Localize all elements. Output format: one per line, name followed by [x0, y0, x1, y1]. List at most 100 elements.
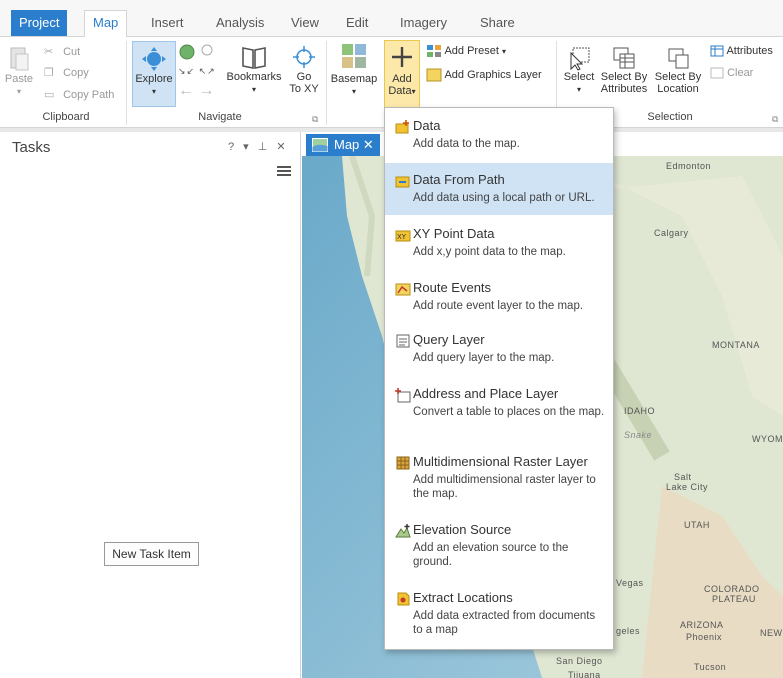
- bookmarks-button[interactable]: Bookmarks ▾: [224, 43, 284, 96]
- navigate-dialog-launcher[interactable]: ⧉: [312, 113, 318, 125]
- menu-item-description: Add data extracted from documents to a m…: [413, 610, 596, 636]
- go-to-xy-icon: [293, 46, 315, 68]
- previous-next-extent-button[interactable]: ← →: [178, 82, 215, 99]
- menu-item-elevation-source[interactable]: Elevation Source Add an elevation source…: [385, 522, 613, 578]
- map-label: Vegas: [616, 578, 644, 588]
- menu-item-data-from-path[interactable]: Data From Path Add data using a local pa…: [385, 163, 613, 215]
- menu-item-multidimensional-raster-layer[interactable]: Multidimensional Raster Layer Add multid…: [385, 454, 613, 510]
- tab-map[interactable]: Map: [84, 10, 128, 37]
- select-by-location-label-1: Select By: [654, 71, 702, 83]
- map-label: Edmonton: [666, 161, 712, 171]
- map-label: ARIZONA: [680, 620, 724, 630]
- tab-analysis[interactable]: Analysis: [208, 12, 272, 36]
- map-label: Snake: [624, 430, 653, 440]
- full-extent-button[interactable]: [178, 43, 196, 64]
- add-preset-button[interactable]: Add Preset ▾: [426, 44, 506, 58]
- new-task-item-button[interactable]: New Task Item: [104, 542, 199, 566]
- arrow-left-right-icon: ← →: [178, 82, 215, 99]
- add-data-dropdown-menu: Data Add data to the map. Data From Path…: [384, 107, 614, 650]
- attributes-button[interactable]: Attributes: [710, 45, 773, 57]
- copy-label: Copy: [63, 67, 89, 79]
- map-label: Calgary: [654, 228, 689, 238]
- copy-button[interactable]: ❐ Copy: [44, 67, 89, 79]
- menu-item-address-and-place-layer[interactable]: Address and Place Layer Convert a table …: [385, 386, 613, 442]
- add-preset-label: Add Preset: [444, 44, 499, 57]
- selection-dialog-launcher[interactable]: ⧉: [772, 113, 778, 125]
- map-label: Salt: [674, 472, 692, 482]
- group-divider: [126, 41, 127, 125]
- fixed-zoom-in-button[interactable]: ↘↙ ↖↗: [178, 65, 216, 77]
- tab-view[interactable]: View: [283, 12, 327, 36]
- menu-icon[interactable]: [277, 166, 291, 176]
- arrows-in-icon: ↘↙ ↖↗: [178, 66, 216, 76]
- pane-controls[interactable]: ? ▾ ⊥ ✕: [228, 140, 289, 153]
- basemap-icon: [342, 44, 366, 68]
- data-from-path-icon: [395, 176, 410, 188]
- select-by-location-icon: [668, 48, 689, 69]
- basemap-button[interactable]: Basemap ▾: [330, 41, 378, 98]
- dialog-launcher-icon: ⧉: [772, 114, 779, 124]
- clipboard-group-label: Clipboard: [42, 111, 90, 123]
- basemap-label: Basemap: [330, 73, 378, 85]
- menu-item-description: Add data to the map.: [413, 138, 520, 150]
- tab-insert[interactable]: Insert: [143, 12, 192, 36]
- map-label: UTAH: [684, 520, 710, 530]
- clear-selection-button[interactable]: Clear: [710, 67, 753, 79]
- map-label: Lake City: [666, 482, 709, 492]
- ribbon-tab-bar: Project Map Insert Analysis View Edit Im…: [0, 0, 783, 37]
- menu-item-extract-locations[interactable]: Extract Locations Add data extracted fro…: [385, 590, 613, 646]
- cut-button[interactable]: ✂ Cut: [44, 46, 80, 58]
- menu-item-data[interactable]: Data Add data to the map.: [385, 118, 613, 162]
- navigate-group-label: Navigate: [198, 111, 242, 123]
- tasks-pane-title: Tasks: [12, 139, 51, 156]
- add-preset-icon: [427, 45, 441, 57]
- select-by-attributes-icon: [613, 47, 635, 69]
- map-tab-label: Map ✕: [334, 137, 374, 152]
- add-data-button[interactable]: Add Data▾: [384, 41, 420, 98]
- map-view-tab[interactable]: Map ✕: [306, 134, 380, 156]
- select-by-attributes-button[interactable]: Select By Attributes: [598, 45, 650, 95]
- map-label: Phoenix: [686, 632, 723, 642]
- tab-share[interactable]: Share: [472, 12, 523, 36]
- go-to-xy-label-1: Go: [296, 71, 312, 83]
- add-data-icon: [395, 120, 409, 134]
- select-by-attributes-label-1: Select By: [600, 71, 648, 83]
- select-by-location-label-2: Location: [657, 83, 699, 95]
- menu-item-title: XY Point Data: [413, 226, 495, 241]
- copy-path-icon: ▭: [44, 89, 55, 102]
- select-by-location-button[interactable]: Select By Location: [652, 45, 704, 95]
- add-graphics-layer-button[interactable]: Add Graphics Layer: [426, 68, 542, 82]
- menu-item-route-events[interactable]: Route Events Add route event layer to th…: [385, 280, 613, 324]
- menu-item-title: Data: [413, 118, 441, 133]
- address-place-icon: [395, 388, 411, 403]
- menu-item-title: Query Layer: [413, 332, 485, 347]
- tab-imagery[interactable]: Imagery: [392, 12, 455, 36]
- table-icon: [710, 45, 724, 57]
- explore-button[interactable]: Explore ▾: [132, 45, 176, 98]
- chevron-down-icon: ▾: [411, 87, 416, 96]
- fixed-zoom-button[interactable]: [200, 43, 216, 62]
- select-button[interactable]: Select ▾: [560, 45, 598, 96]
- copy-path-button[interactable]: ▭ Copy Path: [44, 89, 114, 101]
- menu-item-query-layer[interactable]: Query Layer Add query layer to the map.: [385, 332, 613, 376]
- map-label: San Diego: [556, 656, 603, 666]
- book-icon: [242, 47, 266, 69]
- menu-item-title: Address and Place Layer: [413, 386, 559, 401]
- paste-button[interactable]: Paste ▾: [4, 45, 34, 98]
- select-cursor-icon: [570, 47, 590, 71]
- scissors-icon: ✂: [44, 46, 54, 59]
- route-events-icon: [395, 283, 411, 296]
- menu-item-xy-point-data[interactable]: XY XY Point Data Add x,y point data to t…: [385, 226, 613, 270]
- add-data-label-1: Add: [392, 73, 412, 85]
- tab-project[interactable]: Project: [11, 10, 68, 36]
- elevation-source-icon: [395, 524, 411, 538]
- tab-edit[interactable]: Edit: [338, 12, 376, 36]
- group-divider: [326, 41, 327, 125]
- menu-item-title: Data From Path: [413, 172, 505, 187]
- menu-item-title: Elevation Source: [413, 522, 512, 537]
- go-to-xy-button[interactable]: Go To XY: [286, 43, 322, 95]
- multidimensional-raster-icon: [396, 456, 410, 470]
- go-to-xy-label-2: To XY: [289, 83, 319, 95]
- paste-icon: [10, 47, 29, 71]
- dialog-launcher-icon: ⧉: [312, 114, 319, 124]
